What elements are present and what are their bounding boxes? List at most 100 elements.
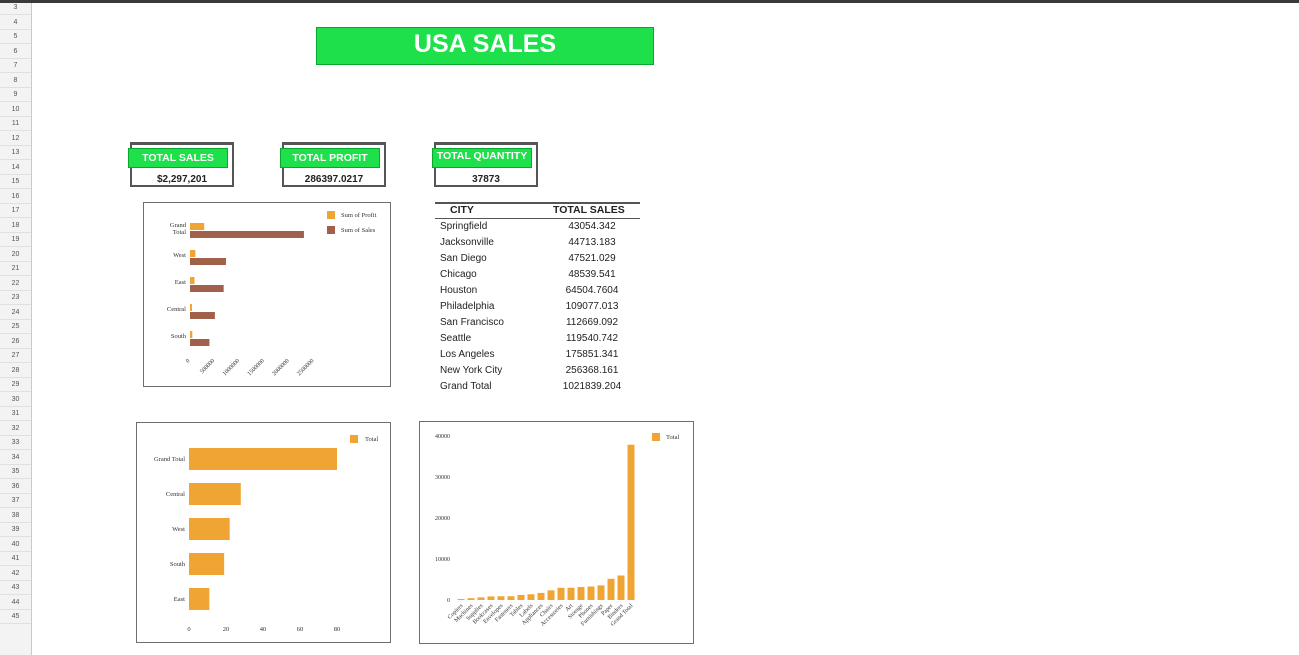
city-name-cell[interactable]: Los Angeles xyxy=(440,347,495,363)
legend-swatch xyxy=(327,226,335,234)
row-number[interactable]: 8 xyxy=(0,74,31,88)
row-number[interactable]: 20 xyxy=(0,248,31,262)
row-number[interactable]: 40 xyxy=(0,538,31,552)
row-number[interactable]: 29 xyxy=(0,378,31,392)
city-sales-cell[interactable]: 119540.742 xyxy=(553,331,631,347)
bar-quantity xyxy=(627,444,635,600)
row-number[interactable]: 23 xyxy=(0,291,31,305)
row-number[interactable]: 34 xyxy=(0,451,31,465)
legend-swatch xyxy=(652,433,660,441)
kpi-total-quantity-value: 37873 xyxy=(472,174,500,185)
y-tick-label: 20000 xyxy=(435,516,450,522)
city-sales-cell[interactable]: 47521.029 xyxy=(553,251,631,267)
row-number[interactable]: 32 xyxy=(0,422,31,436)
chart-total-by-region[interactable]: Grand Total Central West South East 0 20 40 60 80… xyxy=(136,422,391,643)
city-sales-cell[interactable]: 175851.341 xyxy=(553,347,631,363)
row-number[interactable]: 37 xyxy=(0,494,31,508)
row-number[interactable]: 22 xyxy=(0,277,31,291)
row-number[interactable]: 4 xyxy=(0,16,31,30)
row-number[interactable]: 21 xyxy=(0,262,31,276)
city-sales-cell[interactable]: 1021839.204 xyxy=(553,379,631,395)
city-name-cell[interactable]: Chicago xyxy=(440,267,477,283)
category-label: Grand Total xyxy=(154,456,185,463)
row-number[interactable]: 19 xyxy=(0,233,31,247)
bar-quantity xyxy=(577,587,585,600)
category-label: East xyxy=(175,279,186,286)
city-name-cell[interactable]: Philadelphia xyxy=(440,299,495,315)
total-sales-column-header: TOTAL SALES xyxy=(553,204,625,216)
row-number[interactable]: 18 xyxy=(0,219,31,233)
city-name-cell[interactable]: Seattle xyxy=(440,331,471,347)
city-name-cell[interactable]: Grand Total xyxy=(440,379,492,395)
city-sales-cell[interactable]: 256368.161 xyxy=(553,363,631,379)
x-tick-label: 0 xyxy=(187,626,190,633)
row-number[interactable]: 25 xyxy=(0,320,31,334)
row-number[interactable]: 43 xyxy=(0,581,31,595)
bar-sales xyxy=(190,339,210,346)
row-number[interactable]: 39 xyxy=(0,523,31,537)
row-number[interactable]: 42 xyxy=(0,567,31,581)
row-number[interactable]: 5 xyxy=(0,30,31,44)
y-tick-label: 10000 xyxy=(435,557,450,563)
chart-profit-sales-svg: Grand Total West East Central South 0 500000 100… xyxy=(167,211,377,377)
row-number[interactable]: 14 xyxy=(0,161,31,175)
y-tick-label: 0 xyxy=(447,598,450,604)
row-number[interactable]: 44 xyxy=(0,596,31,610)
row-number[interactable]: 16 xyxy=(0,190,31,204)
row-number[interactable]: 10 xyxy=(0,103,31,117)
legend-label: Total xyxy=(666,434,679,441)
row-number[interactable]: 41 xyxy=(0,552,31,566)
kpi-total-quantity-label: TOTAL QUANTITY xyxy=(432,148,532,168)
bar-total xyxy=(189,518,230,540)
city-sales-cell[interactable]: 43054.342 xyxy=(553,219,631,235)
row-number[interactable]: 13 xyxy=(0,146,31,160)
city-sales-cell[interactable]: 48539.541 xyxy=(553,267,631,283)
kpi-total-quantity[interactable]: TOTAL QUANTITY 37873 xyxy=(432,142,538,187)
kpi-total-sales[interactable]: TOTAL SALES $2,297,201 xyxy=(128,142,234,187)
chart-total-by-region-svg: Grand Total Central West South East 0 20 40 60 80… xyxy=(154,435,378,633)
legend-label: Sum of Profit xyxy=(341,212,377,219)
row-number[interactable]: 11 xyxy=(0,117,31,131)
chart-quantity-by-subcategory[interactable]: 0 10000 20000 30000 40000 Copiers Machines Supp… xyxy=(419,421,694,644)
row-number[interactable]: 33 xyxy=(0,436,31,450)
category-label: East xyxy=(174,596,185,603)
row-number[interactable]: 30 xyxy=(0,393,31,407)
city-sales-cell[interactable]: 112669.092 xyxy=(553,315,631,331)
row-number[interactable]: 7 xyxy=(0,59,31,73)
bar-quantity xyxy=(467,598,475,600)
bar-quantity xyxy=(517,594,525,600)
city-sales-cell[interactable]: 44713.183 xyxy=(553,235,631,251)
city-name-cell[interactable]: Springfield xyxy=(440,219,487,235)
row-number[interactable]: 45 xyxy=(0,610,31,624)
row-number[interactable]: 28 xyxy=(0,364,31,378)
row-number[interactable]: 17 xyxy=(0,204,31,218)
row-number[interactable]: 38 xyxy=(0,509,31,523)
city-name-cell[interactable]: San Diego xyxy=(440,251,487,267)
x-tick-label: 80 xyxy=(334,626,341,633)
table-row: Grand Total 1021839.204 xyxy=(435,379,640,395)
row-number[interactable]: 3 xyxy=(0,1,31,15)
row-number[interactable]: 36 xyxy=(0,480,31,494)
row-number[interactable]: 9 xyxy=(0,88,31,102)
city-sales-cell[interactable]: 109077.013 xyxy=(553,299,631,315)
row-number[interactable]: 31 xyxy=(0,407,31,421)
chart-profit-sales-by-region[interactable]: Grand Total West East Central South 0 500000 100… xyxy=(143,202,391,387)
row-number[interactable]: 26 xyxy=(0,335,31,349)
row-number[interactable]: 12 xyxy=(0,132,31,146)
row-number[interactable]: 27 xyxy=(0,349,31,363)
city-table-header: CITY TOTAL SALES xyxy=(435,202,640,219)
city-name-cell[interactable]: Houston xyxy=(440,283,477,299)
x-tick-label: 0 xyxy=(185,358,191,364)
row-number[interactable]: 6 xyxy=(0,45,31,59)
row-number[interactable]: 35 xyxy=(0,465,31,479)
kpi-total-profit[interactable]: TOTAL PROFIT 286397.0217 xyxy=(280,142,386,187)
row-number[interactable]: 24 xyxy=(0,306,31,320)
city-name-cell[interactable]: San Francisco xyxy=(440,315,504,331)
city-sales-cell[interactable]: 64504.7604 xyxy=(553,283,631,299)
city-name-cell[interactable]: Jacksonville xyxy=(440,235,494,251)
dashboard-title-banner[interactable]: USA SALES xyxy=(316,27,654,65)
row-number[interactable]: 15 xyxy=(0,175,31,189)
bar-sales xyxy=(190,312,215,319)
table-row: Chicago 48539.541 xyxy=(435,267,640,283)
city-name-cell[interactable]: New York City xyxy=(440,363,502,379)
